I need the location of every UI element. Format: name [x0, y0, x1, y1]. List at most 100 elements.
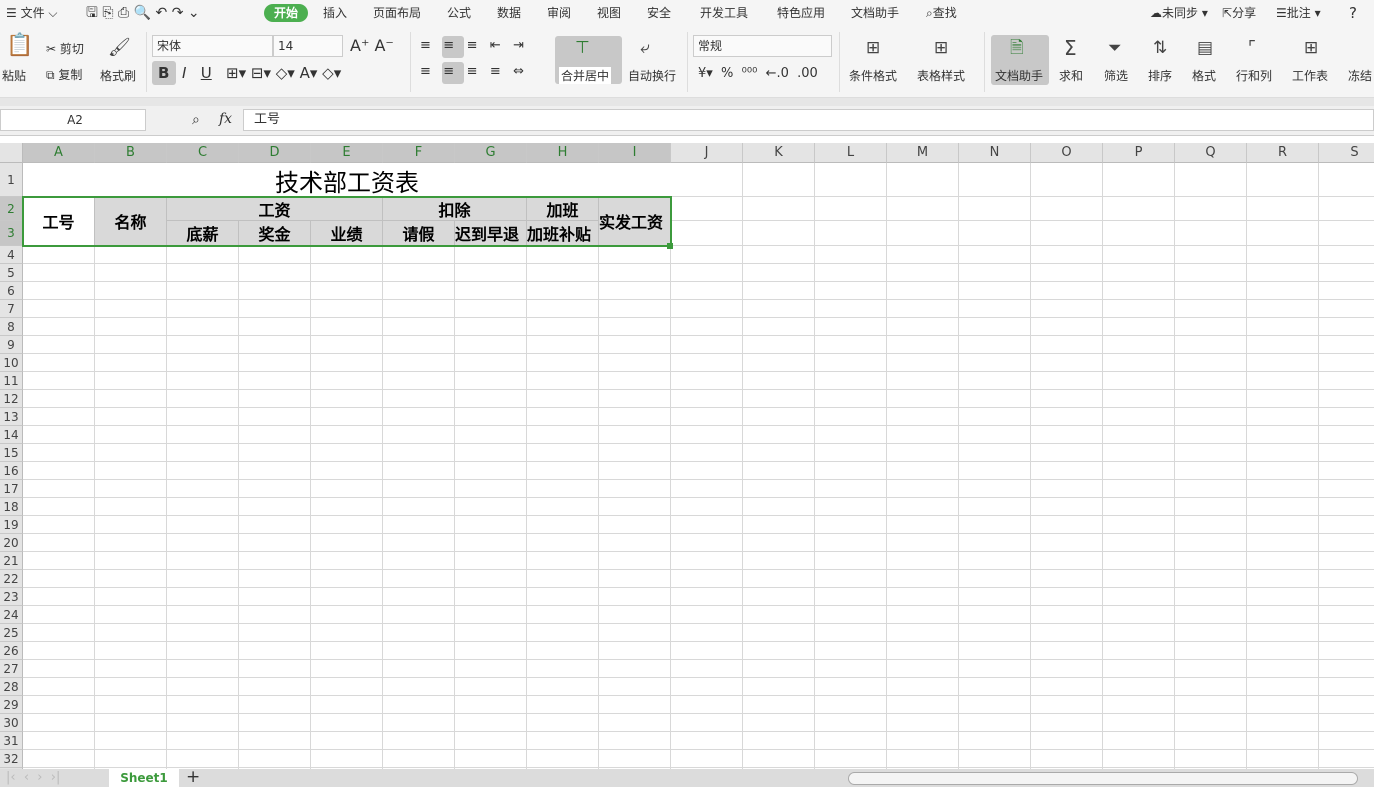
column-header-k[interactable]: K — [743, 143, 815, 163]
tab-security[interactable]: 安全 — [647, 4, 671, 22]
tab-layout[interactable]: 页面布局 — [373, 4, 421, 22]
row-header-11[interactable]: 11 — [0, 372, 23, 390]
column-header-d[interactable]: D — [239, 143, 311, 163]
align-icons-2[interactable]: ≡ ≡ ≡ ≡ ⇔ — [420, 64, 524, 79]
row-header-10[interactable]: 10 — [0, 354, 23, 372]
fill-handle[interactable] — [667, 243, 673, 249]
freeze-button[interactable]: 冻结 — [1348, 67, 1372, 84]
font-size-buttons[interactable]: A⁺ A⁻ — [350, 36, 394, 55]
column-header-n[interactable]: N — [959, 143, 1031, 163]
row-header-13[interactable]: 13 — [0, 408, 23, 426]
worksheet-button[interactable]: 工作表 — [1292, 67, 1328, 84]
table-style-button[interactable]: 表格样式 — [917, 67, 965, 84]
column-header-p[interactable]: P — [1103, 143, 1175, 163]
column-header-g[interactable]: G — [455, 143, 527, 163]
horizontal-scrollbar[interactable] — [848, 772, 1358, 785]
format-icons[interactable]: I U ⊞▾ ⊟▾ ◇▾ A▾ ◇▾ — [182, 64, 341, 82]
row-header-5[interactable]: 5 — [0, 264, 23, 282]
number-icons[interactable]: ¥▾ % ⁰⁰⁰ ←.0 .00 — [698, 66, 818, 81]
spreadsheet-grid[interactable]: ABCDEFGHIJKLMNOPQRS 1 2 3 4 5 6 7 8 9 10 11 12 13 14 1… — [0, 143, 1374, 769]
copy-button[interactable]: ⧉ 复制 — [46, 66, 82, 83]
fx-button[interactable]: fx — [219, 111, 232, 127]
column-header-e[interactable]: E — [311, 143, 383, 163]
tab-formula[interactable]: 公式 — [447, 4, 471, 22]
cut-button[interactable]: ✂ 剪切 — [46, 40, 84, 57]
sync-button[interactable]: ☁未同步 ▾ — [1150, 4, 1208, 22]
formula-input[interactable]: 工号 — [243, 109, 1374, 131]
tab-review[interactable]: 审阅 — [547, 4, 571, 22]
name-box[interactable]: A2 — [0, 109, 146, 131]
row-header-24[interactable]: 24 — [0, 606, 23, 624]
format-painter-button[interactable]: 格式刷 — [100, 67, 136, 84]
column-header-h[interactable]: H — [527, 143, 599, 163]
wrap-text-button[interactable]: 自动换行 — [628, 67, 676, 84]
row-header-17[interactable]: 17 — [0, 480, 23, 498]
row-header-7[interactable]: 7 — [0, 300, 23, 318]
column-header-c[interactable]: C — [167, 143, 239, 163]
column-header-j[interactable]: J — [671, 143, 743, 163]
column-header-a[interactable]: A — [23, 143, 95, 163]
column-header-q[interactable]: Q — [1175, 143, 1247, 163]
sheet-title-cell[interactable]: 技术部工资表 — [23, 163, 671, 197]
row-header-30[interactable]: 30 — [0, 714, 23, 732]
filter-button[interactable]: 筛选 — [1104, 67, 1128, 84]
column-header-o[interactable]: O — [1031, 143, 1103, 163]
tab-view[interactable]: 视图 — [597, 4, 621, 22]
paste-button[interactable]: 粘贴 — [2, 67, 26, 84]
row-header-6[interactable]: 6 — [0, 282, 23, 300]
column-header-l[interactable]: L — [815, 143, 887, 163]
comment-button[interactable]: ☰批注 ▾ — [1276, 4, 1321, 22]
search-button[interactable]: ⌕查找 — [926, 4, 957, 22]
tab-special[interactable]: 特色应用 — [777, 4, 825, 22]
row-header-2[interactable]: 2 — [0, 197, 23, 221]
tab-insert[interactable]: 插入 — [323, 4, 347, 22]
row-header-15[interactable]: 15 — [0, 444, 23, 462]
row-header-4[interactable]: 4 — [0, 246, 23, 264]
column-header-m[interactable]: M — [887, 143, 959, 163]
row-header-19[interactable]: 19 — [0, 516, 23, 534]
rows-cols-button[interactable]: 行和列 — [1236, 67, 1272, 84]
add-sheet-button[interactable]: + — [186, 767, 200, 787]
row-header-8[interactable]: 8 — [0, 318, 23, 336]
sum-button[interactable]: 求和 — [1059, 67, 1083, 84]
column-header-f[interactable]: F — [383, 143, 455, 163]
font-select[interactable]: 宋体 — [152, 35, 273, 57]
row-header-29[interactable]: 29 — [0, 696, 23, 714]
row-header-12[interactable]: 12 — [0, 390, 23, 408]
sort-button[interactable]: 排序 — [1148, 67, 1172, 84]
number-format-select[interactable]: 常规 — [693, 35, 832, 57]
row-header-26[interactable]: 26 — [0, 642, 23, 660]
help-button[interactable]: ? — [1349, 4, 1357, 22]
tab-data[interactable]: 数据 — [497, 4, 521, 22]
tab-start[interactable]: 开始 — [264, 4, 309, 22]
format-button[interactable]: 格式 — [1192, 67, 1216, 84]
font-size-select[interactable]: 14 — [273, 35, 343, 57]
row-header-21[interactable]: 21 — [0, 552, 23, 570]
row-header-9[interactable]: 9 — [0, 336, 23, 354]
column-header-b[interactable]: B — [95, 143, 167, 163]
tab-developer[interactable]: 开发工具 — [700, 4, 748, 22]
row-header-32[interactable]: 32 — [0, 750, 23, 768]
row-header-31[interactable]: 31 — [0, 732, 23, 750]
row-header-18[interactable]: 18 — [0, 498, 23, 516]
file-menu[interactable]: ☰ 文件 ⌵ — [6, 4, 58, 22]
tab-doc-helper[interactable]: 文档助手 — [851, 4, 899, 22]
align-icons[interactable]: ≡ ≡ ≡ ⇤ ⇥ — [420, 38, 524, 53]
share-button[interactable]: ⇱分享 — [1222, 4, 1256, 22]
row-header-25[interactable]: 25 — [0, 624, 23, 642]
sheet-tab-sheet1[interactable]: Sheet1 — [109, 769, 179, 787]
column-header-i[interactable]: I — [599, 143, 671, 163]
row-header-23[interactable]: 23 — [0, 588, 23, 606]
row-header-20[interactable]: 20 — [0, 534, 23, 552]
zoom-icon[interactable]: ⌕ — [192, 112, 200, 128]
row-header-3[interactable]: 3 — [0, 221, 23, 246]
row-header-27[interactable]: 27 — [0, 660, 23, 678]
row-header-28[interactable]: 28 — [0, 678, 23, 696]
row-header-22[interactable]: 22 — [0, 570, 23, 588]
column-header-s[interactable]: S — [1319, 143, 1374, 163]
row-header-16[interactable]: 16 — [0, 462, 23, 480]
select-all-corner[interactable] — [0, 143, 23, 163]
conditional-format-button[interactable]: 条件格式 — [849, 67, 897, 84]
column-header-r[interactable]: R — [1247, 143, 1319, 163]
quick-access-icons[interactable]: 🖫 ⎘ ⎙ 🔍 ↶ ↷ ⌄ — [86, 4, 200, 22]
